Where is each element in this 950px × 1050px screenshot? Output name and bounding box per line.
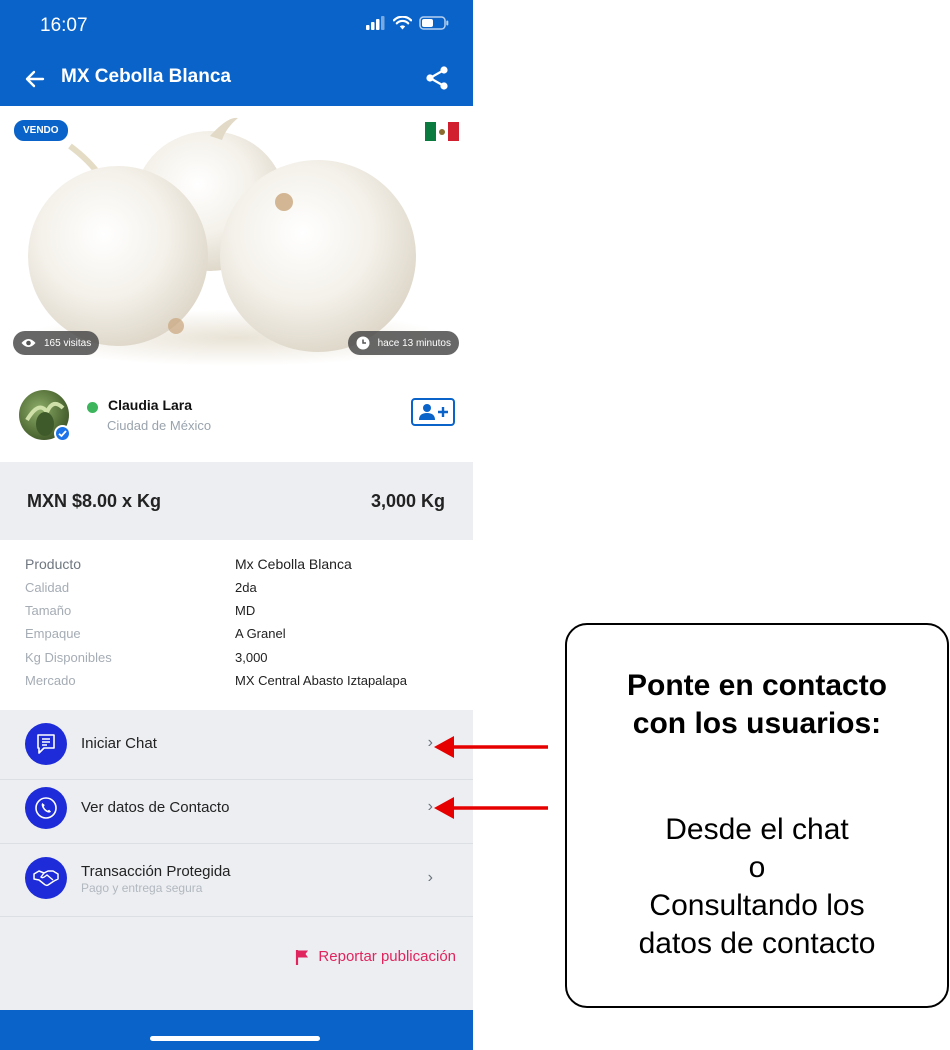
detail-label: Kg Disponibles: [25, 650, 112, 665]
handshake-icon: [25, 857, 67, 899]
seller-card[interactable]: Claudia Lara Ciudad de México: [0, 366, 473, 462]
posted-time: hace 13 minutos: [377, 337, 451, 349]
annotation-arrow-contact: [434, 797, 548, 819]
arrow-left-icon[interactable]: [22, 66, 48, 92]
callout-heading-line: con los usuarios:: [632, 707, 882, 740]
detail-value: MX Central Abasto Iztapalapa: [235, 673, 407, 688]
action-sublabel: Pago y entrega segura: [81, 881, 203, 895]
seller-name[interactable]: Claudia Lara: [108, 397, 192, 413]
callout-body-line: Consultando los: [649, 889, 865, 922]
detail-value: A Granel: [235, 626, 286, 641]
avatar[interactable]: [19, 390, 71, 442]
eye-icon: [21, 339, 36, 347]
callout-body: Desde el chat o Consultando los datos de…: [567, 811, 947, 963]
callout-body-line: o: [748, 851, 766, 884]
actions-list: Iniciar Chat › Ver datos de Contacto › T…: [0, 710, 473, 1010]
add-user-icon: [419, 404, 448, 420]
seller-city: Ciudad de México: [107, 418, 212, 433]
detail-label: Mercado: [25, 673, 76, 688]
detail-value: 3,000: [235, 650, 268, 665]
signal-icon: [366, 16, 385, 30]
chevron-right-icon: ›: [427, 869, 433, 886]
visits-badge: 165 visitas: [13, 331, 100, 355]
status-bar: 16:07: [0, 0, 473, 52]
action-label: Iniciar Chat: [81, 735, 157, 752]
action-label: Transacción Protegida: [81, 863, 231, 880]
detail-label: Tamaño: [25, 603, 72, 618]
detail-row: Empaque A Granel: [0, 626, 473, 649]
product-details: Producto Mx Cebolla Blanca Calidad 2da T…: [0, 540, 473, 710]
callout-heading-line: Ponte en contacto: [626, 669, 888, 702]
action-label: Ver datos de Contacto: [81, 799, 230, 816]
flag-icon: [296, 949, 309, 965]
detail-row: Calidad 2da: [0, 580, 473, 603]
annotation-arrow-chat: [434, 736, 548, 758]
share-icon[interactable]: [423, 64, 451, 92]
detail-row: Tamaño MD: [0, 603, 473, 626]
app-bar: MX Cebolla Blanca: [0, 52, 473, 106]
mexico-flag-icon: [425, 122, 459, 141]
online-status-icon: [87, 402, 98, 413]
bottom-bar: [0, 1010, 473, 1050]
detail-row: Kg Disponibles 3,000: [0, 650, 473, 673]
report-post-link[interactable]: Reportar publicación: [295, 948, 456, 965]
onion-photo: [26, 117, 446, 366]
protected-transaction-button[interactable]: Transacción Protegida Pago y entrega seg…: [0, 844, 473, 917]
status-icons: [366, 16, 449, 30]
detail-row: Mercado MX Central Abasto Iztapalapa: [0, 673, 473, 696]
detail-value: 2da: [235, 580, 257, 595]
detail-value: MD: [235, 603, 256, 618]
phone-icon: [25, 787, 67, 829]
view-contact-button[interactable]: Ver datos de Contacto ›: [0, 780, 473, 844]
callout-body-line: datos de contacto: [638, 927, 876, 960]
add-contact-button[interactable]: [411, 398, 455, 426]
price-summary: MXN $8.00 x Kg 3,000 Kg: [0, 462, 473, 540]
unit-price: MXN $8.00 x Kg: [27, 491, 162, 511]
clock-icon: [356, 336, 370, 350]
start-chat-button[interactable]: Iniciar Chat ›: [0, 710, 473, 780]
chat-icon: [25, 723, 67, 765]
phone-screen: 16:07 MX Cebolla Blanca VENDO 165 visita…: [0, 0, 473, 1050]
detail-row: Producto Mx Cebolla Blanca: [0, 556, 473, 579]
available-quantity: 3,000 Kg: [370, 491, 445, 511]
report-label: Reportar publicación: [318, 948, 456, 965]
posted-time-badge: hace 13 minutos: [347, 331, 459, 355]
visits-count: 165 visitas: [44, 337, 92, 349]
home-indicator[interactable]: [150, 1036, 320, 1041]
status-time: 16:07: [40, 15, 88, 36]
callout-heading: Ponte en contacto con los usuarios:: [567, 667, 947, 743]
detail-label: Empaque: [25, 626, 81, 641]
detail-value: Mx Cebolla Blanca: [235, 556, 352, 572]
battery-icon: [419, 16, 449, 30]
wifi-icon: [393, 16, 412, 30]
page-title: MX Cebolla Blanca: [61, 66, 231, 87]
detail-label: Producto: [25, 556, 82, 572]
callout-box: Ponte en contacto con los usuarios: Desd…: [565, 623, 949, 1008]
callout-body-line: Desde el chat: [665, 813, 849, 846]
detail-label: Calidad: [25, 580, 70, 595]
sell-badge: VENDO: [13, 119, 69, 142]
verified-check-icon: [54, 425, 71, 442]
product-image[interactable]: VENDO 165 visitas hace 13 minutos: [0, 106, 473, 366]
